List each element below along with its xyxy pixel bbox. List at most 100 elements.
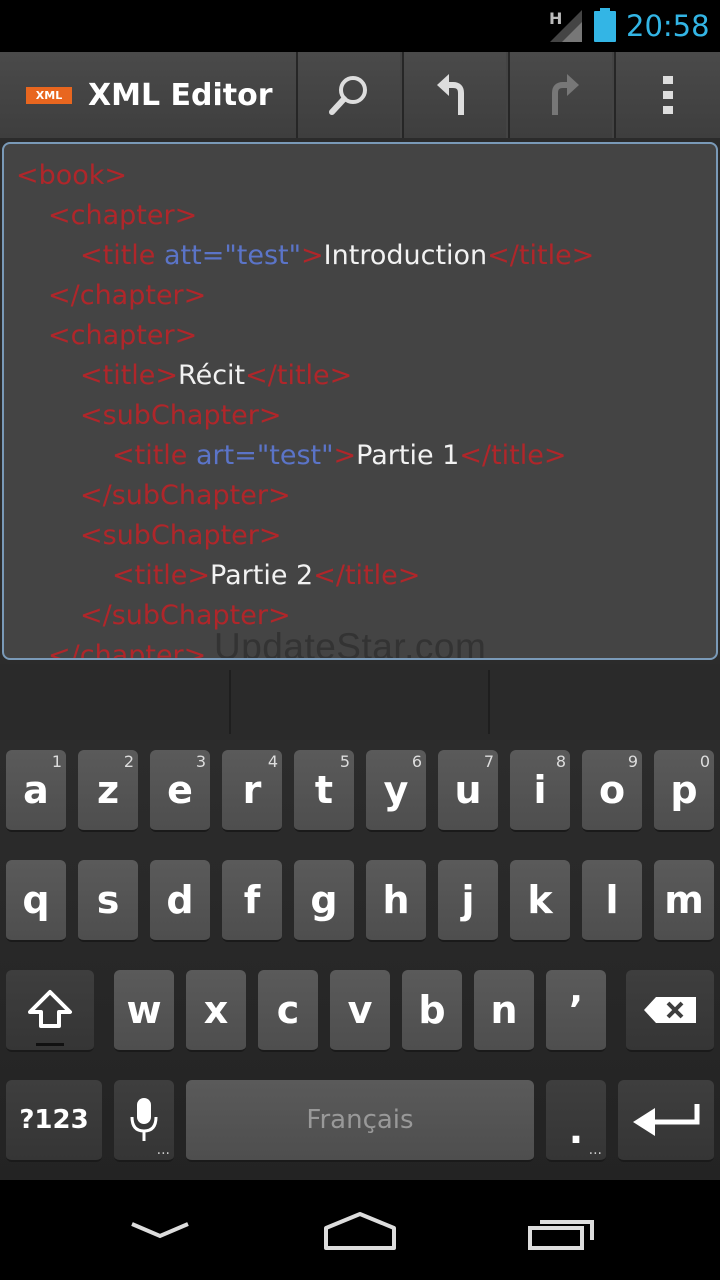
xml-text-editor[interactable]: </chapter> </subChapter> <title>Partie 2</…: [2, 142, 718, 660]
key-z[interactable]: z2: [78, 750, 138, 832]
xml-tag: </subChapter>: [80, 480, 291, 511]
key-hint: 9: [627, 752, 638, 771]
clock: 20:58: [626, 9, 710, 43]
key-c[interactable]: c: [258, 970, 318, 1052]
xml-tag: <subChapter>: [80, 400, 282, 431]
key-hint: 1: [51, 752, 62, 771]
delete-key[interactable]: [626, 970, 714, 1052]
overflow-menu-button[interactable]: [614, 52, 720, 138]
key-a[interactable]: a1: [6, 750, 66, 832]
key-g[interactable]: g: [294, 860, 354, 942]
key-n[interactable]: n: [474, 970, 534, 1052]
xml-tag: </chapter>: [48, 640, 207, 660]
suggestion-strip: [0, 664, 720, 740]
key-hint: 8: [555, 752, 566, 771]
key-m[interactable]: m: [654, 860, 714, 942]
key-o[interactable]: o9: [582, 750, 642, 832]
key-l[interactable]: l: [582, 860, 642, 942]
xml-tag: <title: [80, 240, 164, 271]
xml-text: Partie 1: [356, 440, 460, 471]
key-t[interactable]: t5: [294, 750, 354, 832]
key-hint: 5: [339, 752, 350, 771]
enter-key[interactable]: [618, 1080, 714, 1162]
battery-icon: [594, 8, 616, 42]
more-indicator: ...: [588, 1142, 602, 1158]
key-label: a: [23, 768, 49, 812]
period-key[interactable]: . ...: [546, 1080, 606, 1162]
code-line: </chapter>: [48, 636, 207, 660]
xml-tag: <title>: [112, 560, 211, 591]
app-home-button[interactable]: XML XML Editor: [0, 52, 296, 138]
shift-key[interactable]: [6, 970, 94, 1052]
xml-tag: <subChapter>: [80, 520, 282, 551]
action-bar: XML XML Editor: [0, 52, 720, 138]
key-s[interactable]: s: [78, 860, 138, 942]
home-icon: [324, 1212, 396, 1250]
code-line: <title att="test">Introduction</title>: [80, 236, 594, 276]
key-k[interactable]: k: [510, 860, 570, 942]
redo-button[interactable]: [508, 52, 612, 138]
code-line: <book>: [16, 156, 127, 196]
home-button[interactable]: [300, 1200, 420, 1260]
code-line: </chapter>: [48, 276, 206, 316]
xml-tag: </title>: [313, 560, 421, 591]
key-apostrophe[interactable]: ’: [546, 970, 606, 1052]
xml-text: Partie 2: [210, 560, 314, 591]
enter-icon: [633, 1104, 700, 1136]
key-i[interactable]: i8: [510, 750, 570, 832]
xml-tag: <title: [112, 440, 196, 471]
xml-attribute: att="test": [164, 240, 302, 271]
shift-icon: [28, 990, 72, 1028]
chevron-down-icon: [131, 1222, 189, 1239]
suggestion-divider: [488, 670, 490, 734]
suggestion-divider: [229, 670, 231, 734]
search-button[interactable]: [296, 52, 400, 138]
key-e[interactable]: e3: [150, 750, 210, 832]
key-b[interactable]: b: [402, 970, 462, 1052]
key-d[interactable]: d: [150, 860, 210, 942]
key-q[interactable]: q: [6, 860, 66, 942]
key-hint: 7: [483, 752, 494, 771]
xml-tag: <chapter>: [48, 320, 198, 351]
app-title: XML Editor: [88, 78, 273, 113]
key-h[interactable]: h: [366, 860, 426, 942]
xml-tag: </title>: [487, 240, 595, 271]
search-icon: [329, 76, 367, 115]
key-label: o: [598, 768, 626, 812]
key-r[interactable]: r4: [222, 750, 282, 832]
recent-apps-icon: [528, 1220, 594, 1250]
microphone-key[interactable]: ...: [114, 1080, 174, 1162]
code-line: </subChapter>: [80, 476, 291, 516]
code-line: <title>Récit</title>: [80, 356, 352, 396]
code-line: <title>Partie 2</title>: [112, 556, 420, 596]
network-type-label: H: [549, 9, 562, 28]
key-y[interactable]: y6: [366, 750, 426, 832]
xml-logo-icon: XML: [26, 87, 72, 104]
key-hint: 6: [411, 752, 422, 771]
xml-tag: </title>: [245, 360, 353, 391]
key-hint: 0: [699, 752, 710, 771]
undo-icon: [437, 74, 464, 115]
recent-apps-button[interactable]: [502, 1200, 622, 1260]
key-j[interactable]: j: [438, 860, 498, 942]
xml-attribute: art="test": [196, 440, 334, 471]
key-x[interactable]: x: [186, 970, 246, 1052]
xml-text: Introduction: [323, 240, 488, 271]
code-line: <title art="test">Partie 1</title>: [112, 436, 567, 476]
status-bar: H 20:58: [0, 0, 720, 50]
space-key[interactable]: Français: [186, 1080, 534, 1162]
undo-button[interactable]: [402, 52, 506, 138]
symbols-key[interactable]: ?123: [6, 1080, 102, 1162]
key-u[interactable]: u7: [438, 750, 498, 832]
back-button[interactable]: [100, 1200, 220, 1260]
code-line: <subChapter>: [80, 516, 282, 556]
key-f[interactable]: f: [222, 860, 282, 942]
key-hint: 3: [195, 752, 206, 771]
xml-tag: <chapter>: [48, 200, 198, 231]
key-label: e: [167, 768, 193, 812]
key-v[interactable]: v: [330, 970, 390, 1052]
backspace-icon: [644, 997, 696, 1023]
overflow-menu-icon: [663, 76, 673, 114]
key-w[interactable]: w: [114, 970, 174, 1052]
key-p[interactable]: p0: [654, 750, 714, 832]
